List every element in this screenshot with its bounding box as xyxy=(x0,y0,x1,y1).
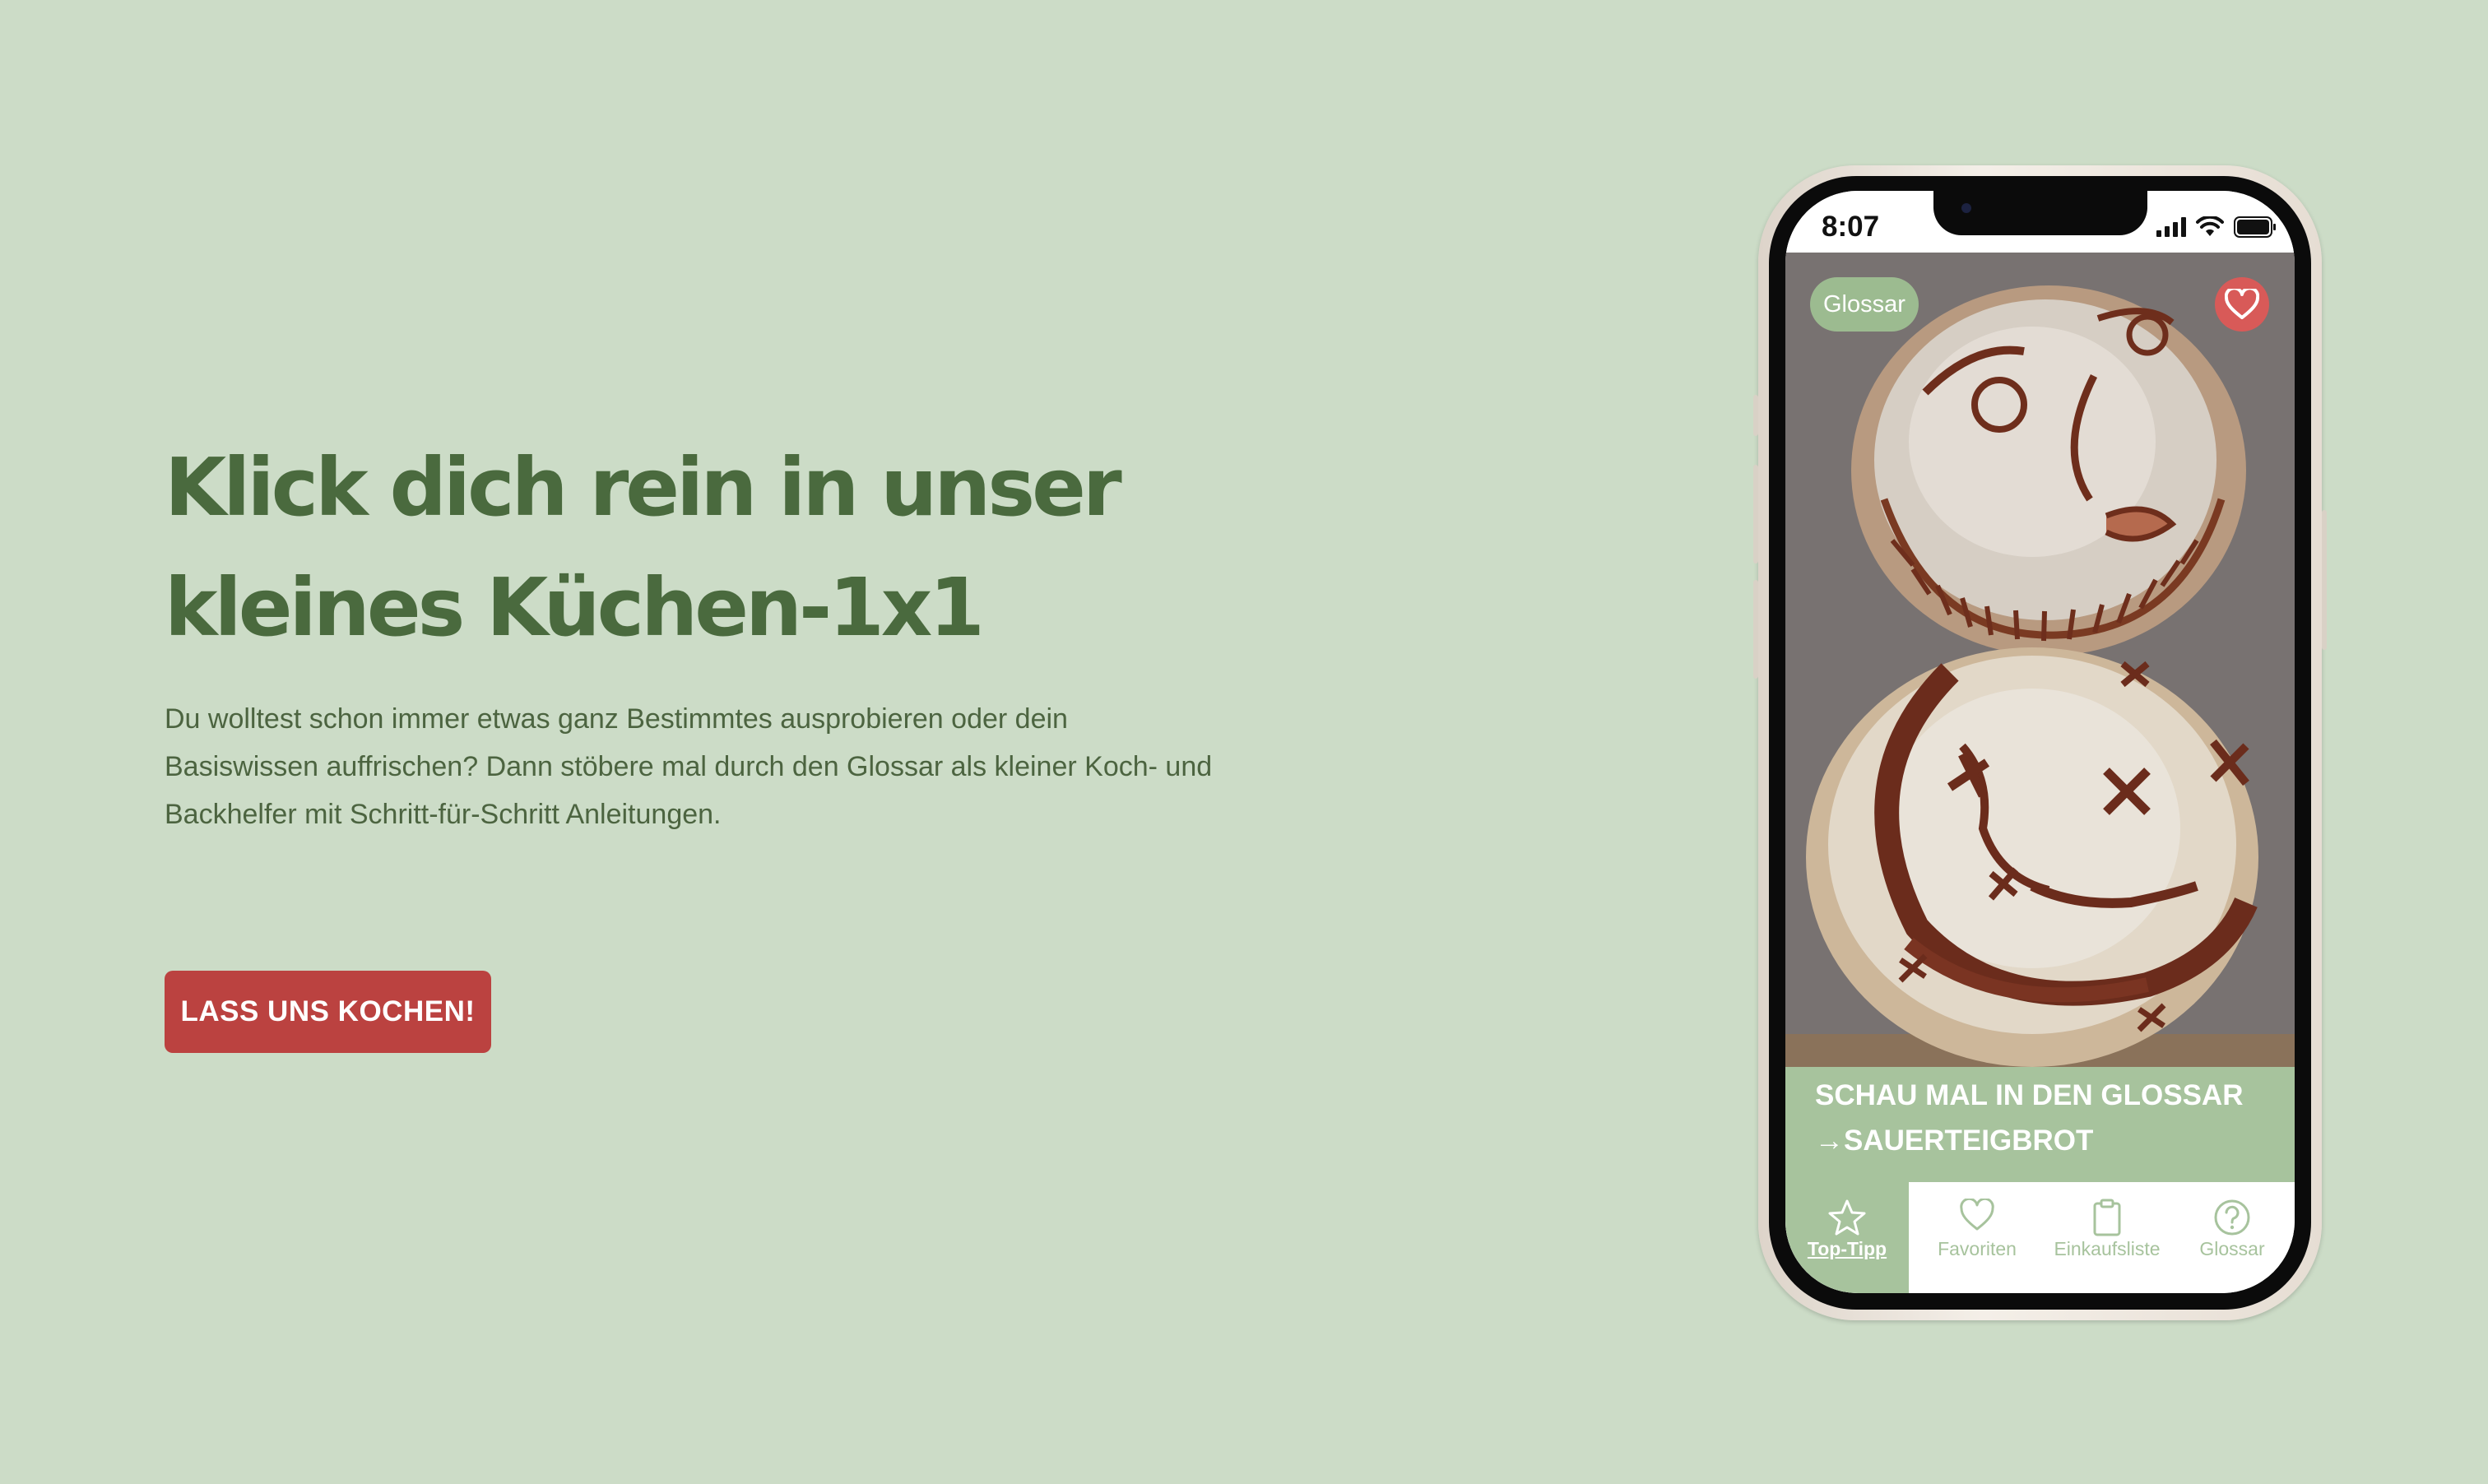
tab-einkaufsliste[interactable]: Einkaufsliste xyxy=(2045,1182,2169,1293)
camera-icon xyxy=(1961,203,1971,213)
hero-title: Klick dich rein in unser kleines Küchen-… xyxy=(165,428,1316,668)
tab-top-tipp[interactable]: Top-Tipp xyxy=(1785,1182,1909,1293)
glossar-badge[interactable]: Glossar xyxy=(1810,277,1919,332)
heart-icon xyxy=(1960,1199,1994,1231)
hero-title-line-2: kleines Küchen-1x1 xyxy=(165,561,985,654)
caption-line-1: SCHAU MAL IN DEN GLOSSAR xyxy=(1815,1079,2244,1111)
hero-description-line-1: Du wolltest schon immer etwas ganz Besti… xyxy=(165,703,1068,735)
tab-glossar[interactable]: Glossar xyxy=(2170,1182,2294,1293)
status-icons xyxy=(2156,216,2277,239)
tab-label-einkaufsliste: Einkaufsliste xyxy=(2054,1238,2161,1259)
tab-label-top-tipp: Top-Tipp xyxy=(1807,1238,1887,1259)
wifi-icon xyxy=(2196,216,2224,236)
favorite-button[interactable] xyxy=(2215,277,2269,332)
hero-title-line-1: Klick dich rein in unser xyxy=(165,441,1122,534)
star-icon xyxy=(1828,1199,1866,1236)
status-time: 8:07 xyxy=(1822,211,1880,243)
phone-silent-switch xyxy=(1753,395,1758,436)
phone-volume-up xyxy=(1753,465,1758,563)
bottom-tab-bar: Top-Tipp Favoriten Einkaufsliste Glossar xyxy=(1785,1182,2295,1293)
phone-notch xyxy=(1933,191,2147,235)
hero-description-line-2: Basiswissen auffrischen? Dann stöbere ma… xyxy=(165,751,1213,782)
caption-line-2: →SAUERTEIGBROT xyxy=(1815,1125,2094,1157)
hero-description: Du wolltest schon immer etwas ganz Besti… xyxy=(165,695,1316,838)
sourdough-bread-photo[interactable] xyxy=(1785,253,2295,1111)
phone-screen: 8:07 Glossar SCHAU MAL IN DEN GLOSSAR →S… xyxy=(1785,191,2295,1293)
status-bar: 8:07 xyxy=(1785,191,2295,253)
tab-favoriten[interactable]: Favoriten xyxy=(1915,1182,2039,1293)
cook-now-button[interactable]: LASS UNS KOCHEN! xyxy=(165,971,491,1053)
phone-power-button xyxy=(2322,510,2327,650)
hero-description-line-3: Backhelfer mit Schritt-für-Schritt Anlei… xyxy=(165,799,722,830)
glossar-caption[interactable]: SCHAU MAL IN DEN GLOSSAR →SAUERTEIGBROT xyxy=(1785,1067,2295,1182)
tab-label-glossar: Glossar xyxy=(2199,1238,2265,1259)
clipboard-icon xyxy=(2093,1199,2121,1236)
bread-image-icon xyxy=(1785,253,2295,1067)
signal-icon xyxy=(2156,217,2186,237)
battery-icon xyxy=(2234,216,2276,238)
heart-icon xyxy=(2225,289,2259,319)
phone-volume-down xyxy=(1753,580,1758,679)
question-icon xyxy=(2214,1199,2250,1236)
tab-label-favoriten: Favoriten xyxy=(1938,1238,2017,1259)
